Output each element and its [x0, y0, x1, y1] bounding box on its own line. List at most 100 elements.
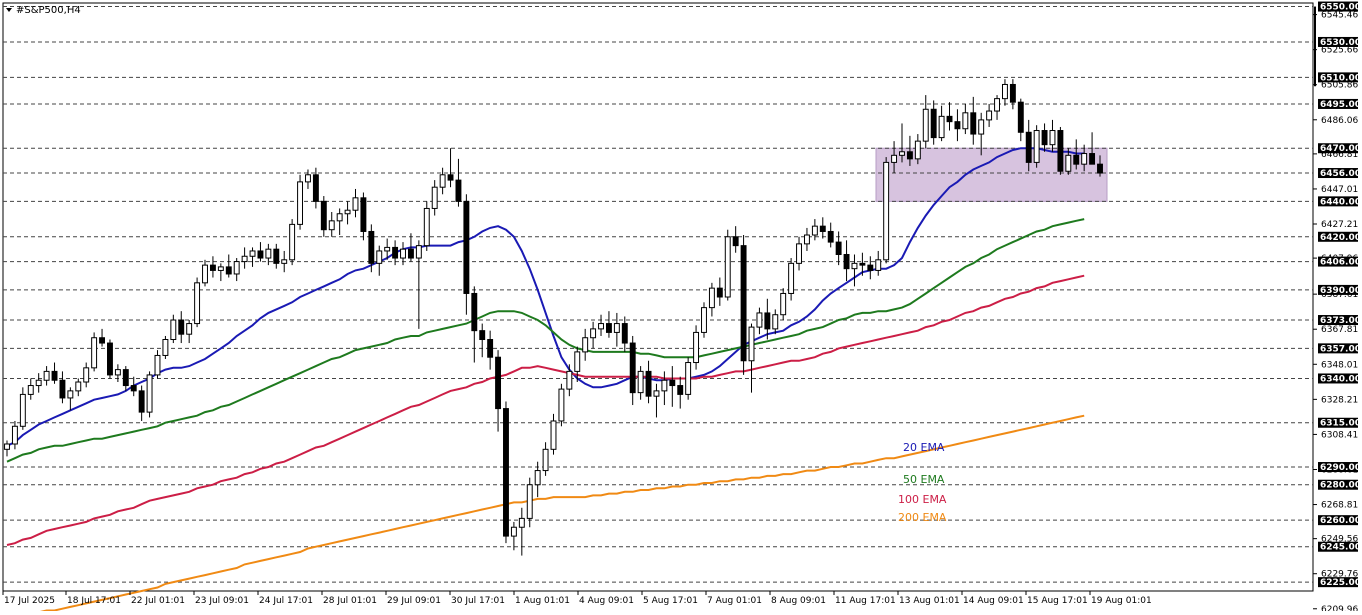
- candle-body-bull: [1002, 83, 1008, 100]
- candle-body-bear: [51, 370, 58, 381]
- candle-body-bull: [883, 161, 890, 261]
- candle: [194, 277, 201, 328]
- candle-body-bear: [122, 369, 129, 387]
- candle-body-bull: [534, 470, 541, 486]
- candle-body-bear: [257, 250, 264, 259]
- candle-body-bear: [209, 264, 216, 271]
- price-chart[interactable]: 17 Jul 2025 18 Jul 17:01 22 Jul 01:01 23 Ju…: [0, 0, 1362, 615]
- candle: [693, 325, 700, 370]
- candle-body-bull: [748, 326, 755, 362]
- candle-body-bull: [154, 354, 161, 376]
- y-tick-label: 6427.21: [1321, 220, 1358, 230]
- candle-body-bull: [439, 174, 446, 188]
- candle-body-bull: [994, 98, 1000, 112]
- candle-body-bull: [217, 266, 224, 271]
- ema-legend-100-ema: 100 EMA: [898, 493, 947, 506]
- x-tick-label: 15 Aug 17:01: [1027, 596, 1088, 606]
- level-price-label: 6440.00: [1320, 197, 1361, 207]
- candle: [558, 383, 565, 427]
- candle-body-bull: [170, 319, 177, 341]
- candle-body-bear: [954, 121, 961, 130]
- candle: [1033, 125, 1040, 168]
- candle-body-bear: [835, 241, 842, 255]
- candle-body-bull: [202, 264, 208, 284]
- candle-body-bear: [764, 312, 771, 330]
- level-price-label: 6280.00: [1320, 481, 1361, 491]
- candle-body-bear: [455, 179, 462, 202]
- candle-body-bull: [281, 259, 288, 264]
- candle-body-bear: [503, 408, 509, 537]
- candle-body-bear: [930, 108, 937, 139]
- candle-body-bull: [637, 370, 644, 394]
- x-tick-label: 5 Aug 17:01: [643, 596, 698, 606]
- candle: [91, 332, 98, 372]
- candle-body-bear: [740, 245, 747, 362]
- candle-body-bull: [67, 390, 74, 399]
- x-tick-label: 1 Aug 01:01: [515, 596, 570, 606]
- candle-body-bear: [312, 174, 319, 202]
- candle-body-bull: [265, 248, 272, 259]
- candle-body-bear: [946, 115, 953, 123]
- candle-body-bull: [922, 108, 929, 142]
- candle-body-bull: [724, 236, 731, 298]
- candle-body-bull: [780, 292, 787, 316]
- candle-body-bull: [526, 484, 533, 519]
- level-price-label: 6420.00: [1320, 233, 1361, 243]
- candle-body-bull: [875, 259, 882, 271]
- candle-body-bull: [582, 337, 589, 353]
- candle: [162, 335, 169, 359]
- candle: [685, 357, 692, 400]
- candle-body-bull: [83, 367, 90, 383]
- candle-body-bull: [19, 393, 26, 427]
- x-tick-label: 14 Aug 09:01: [963, 596, 1024, 606]
- candle-body-bull: [685, 362, 692, 395]
- candle-body-bull: [708, 287, 715, 309]
- candle-body-bull: [75, 381, 82, 392]
- candle-body-bull: [542, 448, 549, 472]
- candle-body-bull: [978, 119, 985, 135]
- level-price-label: 6315.00: [1320, 419, 1361, 429]
- candle-body-bull: [162, 339, 169, 356]
- x-tick-label: 28 Jul 01:01: [323, 596, 377, 606]
- candle-body-bull: [27, 385, 34, 395]
- candle-body-bull: [249, 250, 256, 257]
- x-tick-label: 4 Aug 09:01: [579, 596, 634, 606]
- candle: [107, 339, 113, 379]
- candle-body-bear: [407, 248, 414, 259]
- candle-body-bear: [819, 225, 826, 232]
- y-tick-label: 6486.06: [1321, 116, 1358, 126]
- candle-body-bull: [352, 197, 359, 211]
- candle-body-bull: [415, 245, 422, 259]
- candle-body-bear: [178, 319, 185, 335]
- candle-body-bull: [938, 115, 945, 139]
- level-price-label: 6530.00: [1320, 38, 1361, 48]
- candle-body-bull: [788, 262, 795, 294]
- level-price-label: 6260.00: [1320, 516, 1361, 526]
- candle: [297, 174, 304, 230]
- level-price-label: 6550.00: [1320, 3, 1361, 13]
- candle-body-bull: [423, 207, 430, 247]
- chart-background: [0, 0, 1362, 611]
- candle: [701, 302, 707, 338]
- chart-window[interactable]: 17 Jul 2025 18 Jul 17:01 22 Jul 01:01 23 Ju…: [0, 0, 1362, 615]
- level-price-label: 6245.00: [1320, 543, 1361, 553]
- candle-body-bull: [233, 261, 240, 275]
- y-tick-label: 6328.21: [1321, 395, 1358, 405]
- x-tick-label: 19 Aug 01:01: [1091, 596, 1152, 606]
- candle-body-bear: [225, 266, 232, 275]
- candle-body-bear: [621, 323, 628, 344]
- candle-body-bull: [43, 370, 50, 381]
- candle-body-bull: [590, 328, 597, 339]
- x-tick-label: 18 Jul 17:01: [67, 596, 121, 606]
- candle-body-bear: [471, 292, 478, 332]
- candle-body-bear: [843, 253, 850, 270]
- candle-body-bear: [59, 379, 66, 399]
- x-tick-label: 24 Jul 17:01: [259, 596, 313, 606]
- level-price-label: 6456.00: [1320, 169, 1361, 179]
- level-price-label: 6495.00: [1320, 100, 1361, 110]
- candle-body-bull: [550, 420, 557, 450]
- candle-body-bear: [629, 342, 636, 394]
- level-price-label: 6406.00: [1320, 258, 1361, 268]
- candle-body-bear: [669, 379, 676, 387]
- candle: [146, 371, 153, 418]
